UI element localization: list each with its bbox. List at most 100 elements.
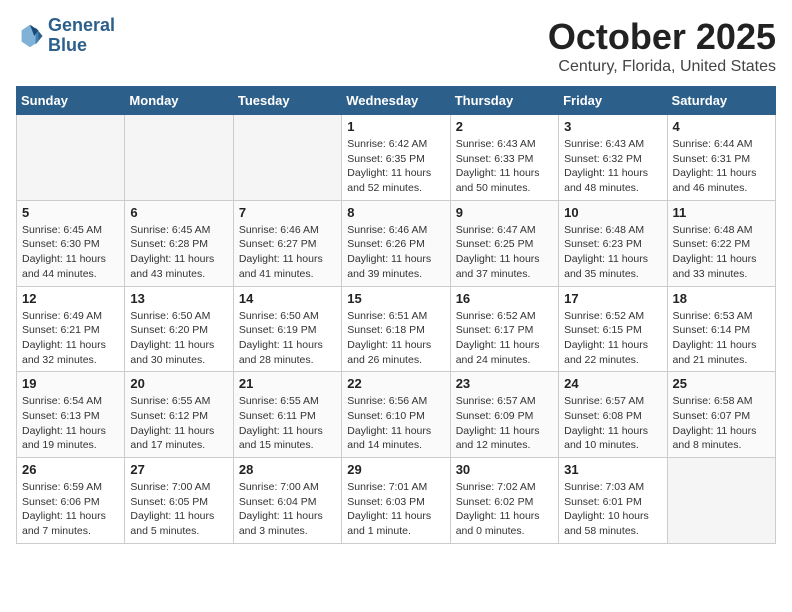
day-number: 12 [22, 291, 119, 306]
calendar-cell [125, 115, 233, 201]
day-number: 8 [347, 205, 444, 220]
weekday-header-row: SundayMondayTuesdayWednesdayThursdayFrid… [17, 87, 776, 115]
calendar-cell [17, 115, 125, 201]
day-number: 16 [456, 291, 553, 306]
day-number: 24 [564, 376, 661, 391]
weekday-header-tuesday: Tuesday [233, 87, 341, 115]
day-number: 17 [564, 291, 661, 306]
day-info: Sunrise: 6:47 AM Sunset: 6:25 PM Dayligh… [456, 223, 553, 282]
weekday-header-thursday: Thursday [450, 87, 558, 115]
day-info: Sunrise: 6:44 AM Sunset: 6:31 PM Dayligh… [673, 137, 770, 196]
day-info: Sunrise: 6:52 AM Sunset: 6:15 PM Dayligh… [564, 309, 661, 368]
day-info: Sunrise: 7:00 AM Sunset: 6:04 PM Dayligh… [239, 480, 336, 539]
day-info: Sunrise: 6:49 AM Sunset: 6:21 PM Dayligh… [22, 309, 119, 368]
day-info: Sunrise: 6:52 AM Sunset: 6:17 PM Dayligh… [456, 309, 553, 368]
calendar-cell: 22Sunrise: 6:56 AM Sunset: 6:10 PM Dayli… [342, 372, 450, 458]
calendar-cell: 10 Sunrise: 6:48 AM Sunset: 6:23 PM Dayli… [559, 200, 667, 286]
calendar-cell: 24 Sunrise: 6:57 AM Sunset: 6:08 PM Dayli… [559, 372, 667, 458]
calendar-cell: 4 Sunrise: 6:44 AM Sunset: 6:31 PM Daylig… [667, 115, 775, 201]
calendar-cell: 12 Sunrise: 6:49 AM Sunset: 6:21 PM Dayli… [17, 286, 125, 372]
day-info: Sunrise: 6:57 AM Sunset: 6:08 PM Dayligh… [564, 394, 661, 453]
day-number: 21 [239, 376, 336, 391]
calendar-cell: 29 Sunrise: 7:01 AM Sunset: 6:03 PM Dayli… [342, 458, 450, 544]
calendar-cell: 26 Sunrise: 6:59 AM Sunset: 6:06 PM Dayli… [17, 458, 125, 544]
calendar-cell: 2Sunrise: 6:43 AM Sunset: 6:33 PM Daylig… [450, 115, 558, 201]
day-info: Sunrise: 6:58 AM Sunset: 6:07 PM Dayligh… [673, 394, 770, 453]
day-number: 30 [456, 462, 553, 477]
logo-icon [16, 22, 44, 50]
calendar-cell: 17 Sunrise: 6:52 AM Sunset: 6:15 PM Dayli… [559, 286, 667, 372]
calendar-title: October 2025 [548, 16, 776, 58]
calendar-cell: 19Sunrise: 6:54 AM Sunset: 6:13 PM Dayli… [17, 372, 125, 458]
calendar-cell: 9 Sunrise: 6:47 AM Sunset: 6:25 PM Daylig… [450, 200, 558, 286]
day-number: 9 [456, 205, 553, 220]
day-info: Sunrise: 6:51 AM Sunset: 6:18 PM Dayligh… [347, 309, 444, 368]
calendar-week-2: 5 Sunrise: 6:45 AM Sunset: 6:30 PM Daylig… [17, 200, 776, 286]
calendar-week-1: 1 Sunrise: 6:42 AM Sunset: 6:35 PM Daylig… [17, 115, 776, 201]
day-number: 18 [673, 291, 770, 306]
day-number: 11 [673, 205, 770, 220]
calendar-cell: 27Sunrise: 7:00 AM Sunset: 6:05 PM Dayli… [125, 458, 233, 544]
day-number: 26 [22, 462, 119, 477]
day-info: Sunrise: 7:00 AM Sunset: 6:05 PM Dayligh… [130, 480, 227, 539]
day-number: 1 [347, 119, 444, 134]
day-info: Sunrise: 6:53 AM Sunset: 6:14 PM Dayligh… [673, 309, 770, 368]
day-number: 14 [239, 291, 336, 306]
calendar-cell: 23 Sunrise: 6:57 AM Sunset: 6:09 PM Dayli… [450, 372, 558, 458]
weekday-header-wednesday: Wednesday [342, 87, 450, 115]
calendar-cell: 28 Sunrise: 7:00 AM Sunset: 6:04 PM Dayli… [233, 458, 341, 544]
day-info: Sunrise: 6:55 AM Sunset: 6:11 PM Dayligh… [239, 394, 336, 453]
day-info: Sunrise: 6:56 AM Sunset: 6:10 PM Dayligh… [347, 394, 444, 453]
weekday-header-friday: Friday [559, 87, 667, 115]
day-info: Sunrise: 6:57 AM Sunset: 6:09 PM Dayligh… [456, 394, 553, 453]
calendar-cell: 11Sunrise: 6:48 AM Sunset: 6:22 PM Dayli… [667, 200, 775, 286]
weekday-header-saturday: Saturday [667, 87, 775, 115]
calendar-cell: 21 Sunrise: 6:55 AM Sunset: 6:11 PM Dayli… [233, 372, 341, 458]
calendar-cell: 20 Sunrise: 6:55 AM Sunset: 6:12 PM Dayli… [125, 372, 233, 458]
day-info: Sunrise: 6:46 AM Sunset: 6:27 PM Dayligh… [239, 223, 336, 282]
day-number: 13 [130, 291, 227, 306]
day-info: Sunrise: 7:03 AM Sunset: 6:01 PM Dayligh… [564, 480, 661, 539]
calendar-table: SundayMondayTuesdayWednesdayThursdayFrid… [16, 86, 776, 544]
day-info: Sunrise: 6:55 AM Sunset: 6:12 PM Dayligh… [130, 394, 227, 453]
calendar-week-3: 12 Sunrise: 6:49 AM Sunset: 6:21 PM Dayli… [17, 286, 776, 372]
logo-text: General Blue [48, 16, 115, 56]
day-number: 7 [239, 205, 336, 220]
day-number: 5 [22, 205, 119, 220]
day-info: Sunrise: 6:45 AM Sunset: 6:28 PM Dayligh… [130, 223, 227, 282]
day-info: Sunrise: 6:59 AM Sunset: 6:06 PM Dayligh… [22, 480, 119, 539]
day-number: 25 [673, 376, 770, 391]
day-info: Sunrise: 6:48 AM Sunset: 6:23 PM Dayligh… [564, 223, 661, 282]
title-section: October 2025 Century, Florida, United St… [548, 16, 776, 76]
calendar-cell: 5 Sunrise: 6:45 AM Sunset: 6:30 PM Daylig… [17, 200, 125, 286]
day-info: Sunrise: 7:01 AM Sunset: 6:03 PM Dayligh… [347, 480, 444, 539]
day-info: Sunrise: 6:43 AM Sunset: 6:32 PM Dayligh… [564, 137, 661, 196]
day-number: 15 [347, 291, 444, 306]
day-number: 3 [564, 119, 661, 134]
day-info: Sunrise: 6:42 AM Sunset: 6:35 PM Dayligh… [347, 137, 444, 196]
calendar-cell: 18 Sunrise: 6:53 AM Sunset: 6:14 PM Dayli… [667, 286, 775, 372]
calendar-cell: 16 Sunrise: 6:52 AM Sunset: 6:17 PM Dayli… [450, 286, 558, 372]
day-info: Sunrise: 6:46 AM Sunset: 6:26 PM Dayligh… [347, 223, 444, 282]
day-number: 20 [130, 376, 227, 391]
calendar-cell: 30 Sunrise: 7:02 AM Sunset: 6:02 PM Dayli… [450, 458, 558, 544]
day-number: 28 [239, 462, 336, 477]
day-info: Sunrise: 7:02 AM Sunset: 6:02 PM Dayligh… [456, 480, 553, 539]
page-header: General Blue October 2025 Century, Flori… [16, 16, 776, 76]
calendar-cell: 15 Sunrise: 6:51 AM Sunset: 6:18 PM Dayli… [342, 286, 450, 372]
day-info: Sunrise: 6:54 AM Sunset: 6:13 PM Dayligh… [22, 394, 119, 453]
calendar-body: 1 Sunrise: 6:42 AM Sunset: 6:35 PM Daylig… [17, 115, 776, 544]
calendar-week-4: 19Sunrise: 6:54 AM Sunset: 6:13 PM Dayli… [17, 372, 776, 458]
calendar-cell: 8 Sunrise: 6:46 AM Sunset: 6:26 PM Daylig… [342, 200, 450, 286]
day-number: 10 [564, 205, 661, 220]
calendar-cell [233, 115, 341, 201]
day-number: 23 [456, 376, 553, 391]
day-number: 4 [673, 119, 770, 134]
day-number: 29 [347, 462, 444, 477]
calendar-cell [667, 458, 775, 544]
calendar-cell: 6 Sunrise: 6:45 AM Sunset: 6:28 PM Daylig… [125, 200, 233, 286]
day-number: 6 [130, 205, 227, 220]
day-info: Sunrise: 6:45 AM Sunset: 6:30 PM Dayligh… [22, 223, 119, 282]
calendar-cell: 31Sunrise: 7:03 AM Sunset: 6:01 PM Dayli… [559, 458, 667, 544]
calendar-cell: 14Sunrise: 6:50 AM Sunset: 6:19 PM Dayli… [233, 286, 341, 372]
